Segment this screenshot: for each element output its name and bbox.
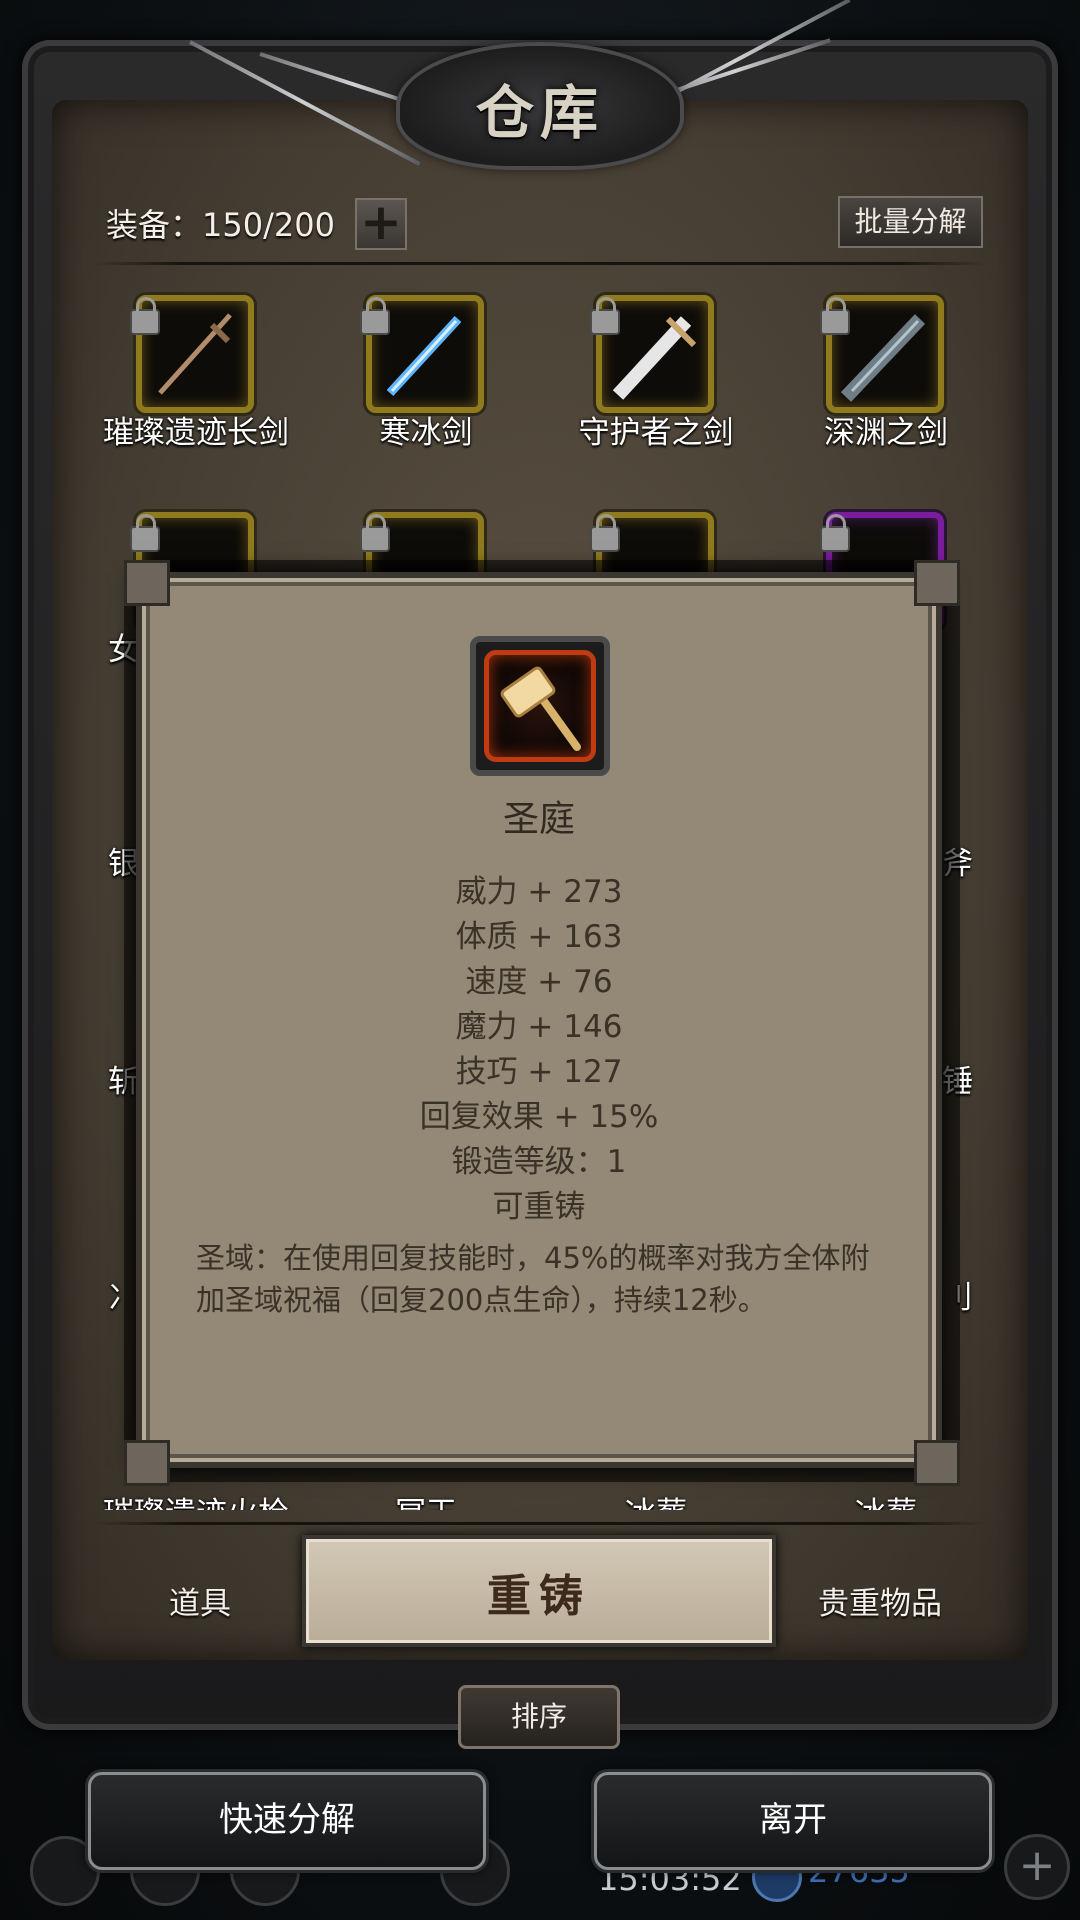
item-name: 璀璨遗迹火枪 [76,1488,316,1510]
popup-corner-ornament [124,560,170,606]
lock-icon [590,297,620,335]
lock-icon [820,297,850,335]
expand-capacity-button[interactable]: + [355,197,407,250]
lock-icon [360,514,390,552]
popup-corner-ornament [914,1440,960,1486]
item-name: 冰葬 [536,1488,776,1510]
stat-line: 回复效果 + 15% [419,1099,659,1135]
popup-corner-ornament [124,1440,170,1486]
skill-description: 圣域：在使用回复技能时，45%的概率对我方全体附加圣域祝福（回复200点生命），… [196,1241,870,1317]
stat-line: 技巧 + 127 [455,1054,623,1090]
divider [92,262,988,265]
lock-icon [590,514,620,552]
popup-corner-ornament [914,560,960,606]
lock-icon [360,297,390,335]
item-name: 深渊之剑 [824,415,948,451]
golden-hammer-icon [500,666,581,751]
tab-valuables[interactable]: 贵重物品 [800,1578,960,1623]
item-name-clip: 璀璨遗迹火枪 [76,1488,316,1510]
quick-decompose-button[interactable]: 快速分解 [88,1772,486,1870]
item-name: 寒冰剑 [379,415,473,451]
sort-button[interactable]: 排序 [458,1685,620,1749]
reforge-tab-label: 重铸 [487,1571,591,1622]
lock-icon [820,514,850,552]
page-title: 仓库 [475,79,604,147]
leave-button[interactable]: 离开 [594,1772,992,1870]
item-name-clip: 冰葬 [536,1488,776,1510]
lock-icon [130,514,160,552]
stat-line: 魔力 + 146 [455,1009,623,1045]
item-title: 圣庭 [502,799,575,840]
item-name: 冰葬 [766,1488,1006,1510]
stat-line: 威力 + 273 [455,874,623,910]
item-name-clip: 冰葬 [766,1488,1006,1510]
tab-items[interactable]: 道具 [140,1578,260,1623]
item-name: 冥王 [306,1488,546,1510]
item-icon-slot [484,650,596,762]
add-currency-icon[interactable]: + [1004,1834,1070,1900]
batch-decompose-button[interactable]: 批量分解 [838,196,983,248]
stat-line: 可重铸 [492,1189,586,1225]
lock-icon [130,297,160,335]
equipment-capacity: 装备：150/200 [106,206,335,244]
stat-line: 体质 + 163 [455,919,623,955]
divider [92,1522,988,1525]
item-name-clip: 冥王 [306,1488,546,1510]
stat-line: 速度 + 76 [465,964,613,1000]
item-name: 璀璨遗迹长剑 [103,415,289,451]
stat-line: 锻造等级：1 [451,1144,627,1180]
item-name: 守护者之剑 [578,415,734,451]
